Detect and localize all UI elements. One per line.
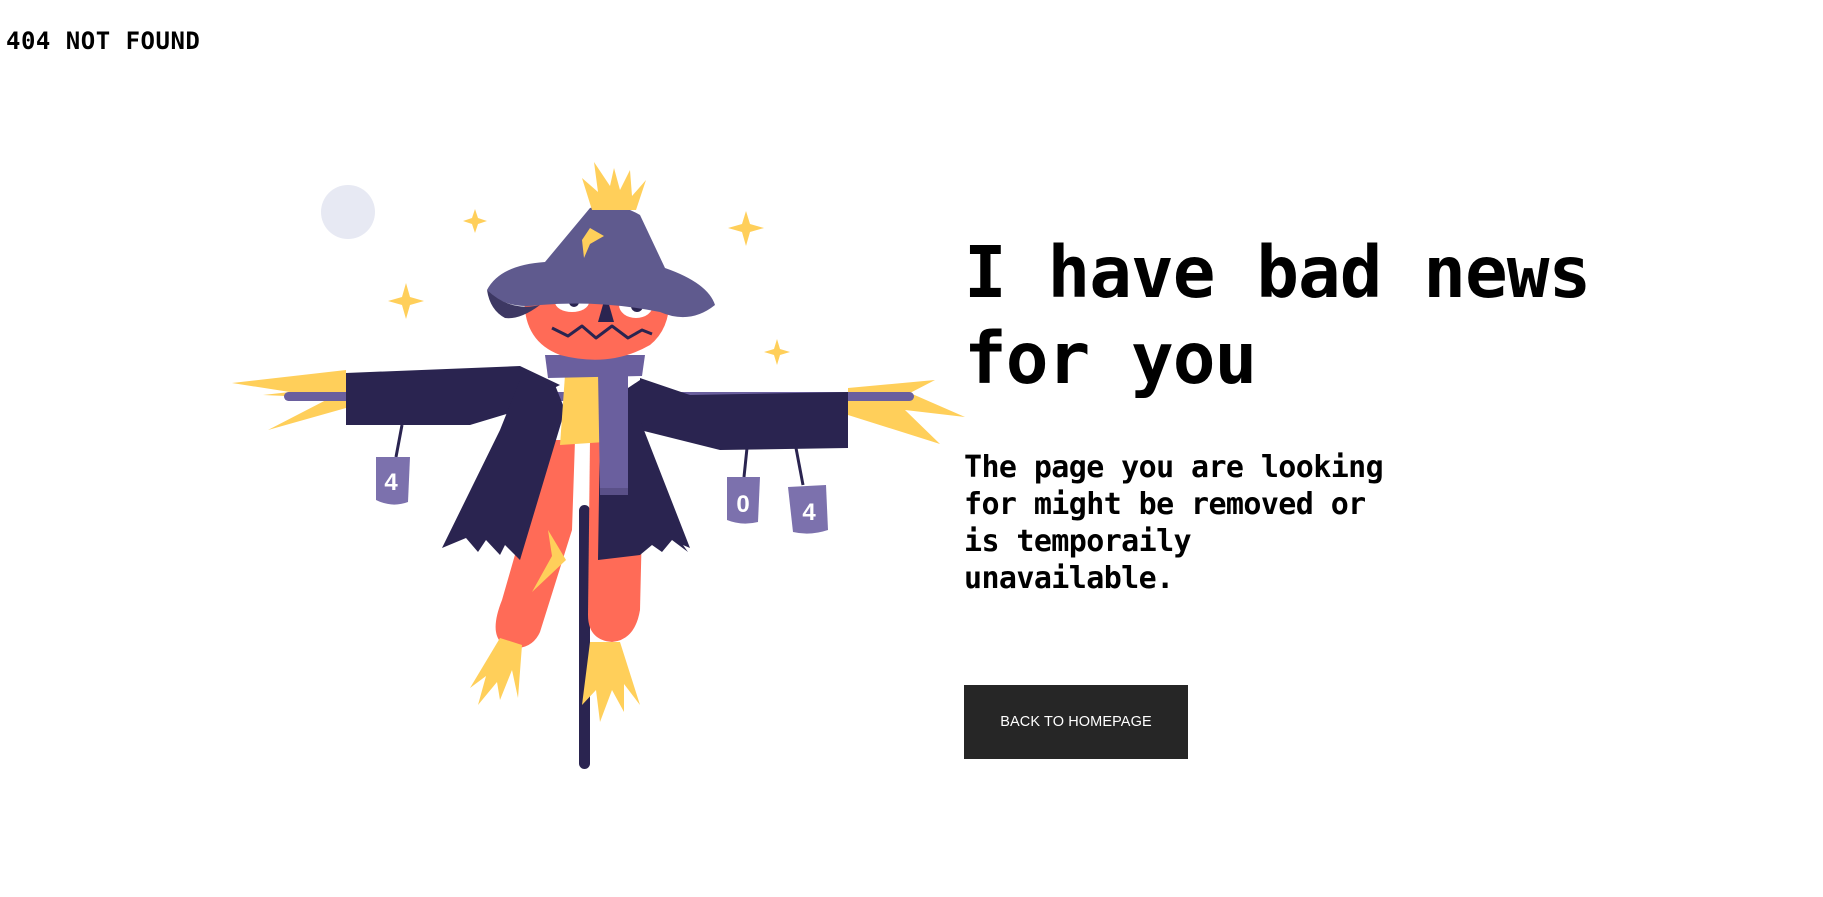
description: The page you are looking for might be re… xyxy=(964,449,1404,597)
hat-straw xyxy=(582,162,646,210)
description-line-1: The page you are looking xyxy=(964,450,1384,485)
can-label-2: 0 xyxy=(736,491,749,518)
left-eye xyxy=(555,292,589,312)
back-to-homepage-button[interactable]: BACK TO HOMEPAGE xyxy=(964,685,1188,759)
moon-icon xyxy=(321,185,375,239)
scarecrow-pants xyxy=(495,440,644,649)
scarecrow-illustration: 4 0 4 xyxy=(232,162,965,769)
scarecrow-hat xyxy=(487,205,715,319)
page-title-404: 404 NOT FOUND xyxy=(6,27,201,55)
left-arm-straw xyxy=(232,370,346,430)
scarecrow-head xyxy=(524,270,670,360)
scarecrow-pole xyxy=(579,505,590,769)
description-line-2: for might be removed or xyxy=(964,487,1366,522)
scarecrow-jacket xyxy=(346,366,848,560)
headline-line-1: I have bad news xyxy=(964,231,1591,314)
arm-rod xyxy=(284,392,914,401)
description-line-3: is temporaily xyxy=(964,524,1192,559)
mouth xyxy=(551,324,653,340)
feet-straw xyxy=(470,638,640,722)
scarecrow-scarf xyxy=(545,355,645,495)
right-eye xyxy=(619,292,653,318)
hanging-cans: 4 0 4 xyxy=(376,424,828,534)
nose xyxy=(598,294,614,322)
can-label-3: 4 xyxy=(802,499,816,526)
right-arm-straw xyxy=(848,380,965,444)
sparkle-icons xyxy=(388,209,790,365)
headline: I have bad news for you xyxy=(964,230,1684,402)
headline-line-2: for you xyxy=(964,317,1257,400)
scarecrow-shirt xyxy=(560,375,612,445)
pants-patch xyxy=(532,530,566,592)
description-line-4: unavailable. xyxy=(964,561,1174,596)
can-label-1: 4 xyxy=(384,469,398,496)
